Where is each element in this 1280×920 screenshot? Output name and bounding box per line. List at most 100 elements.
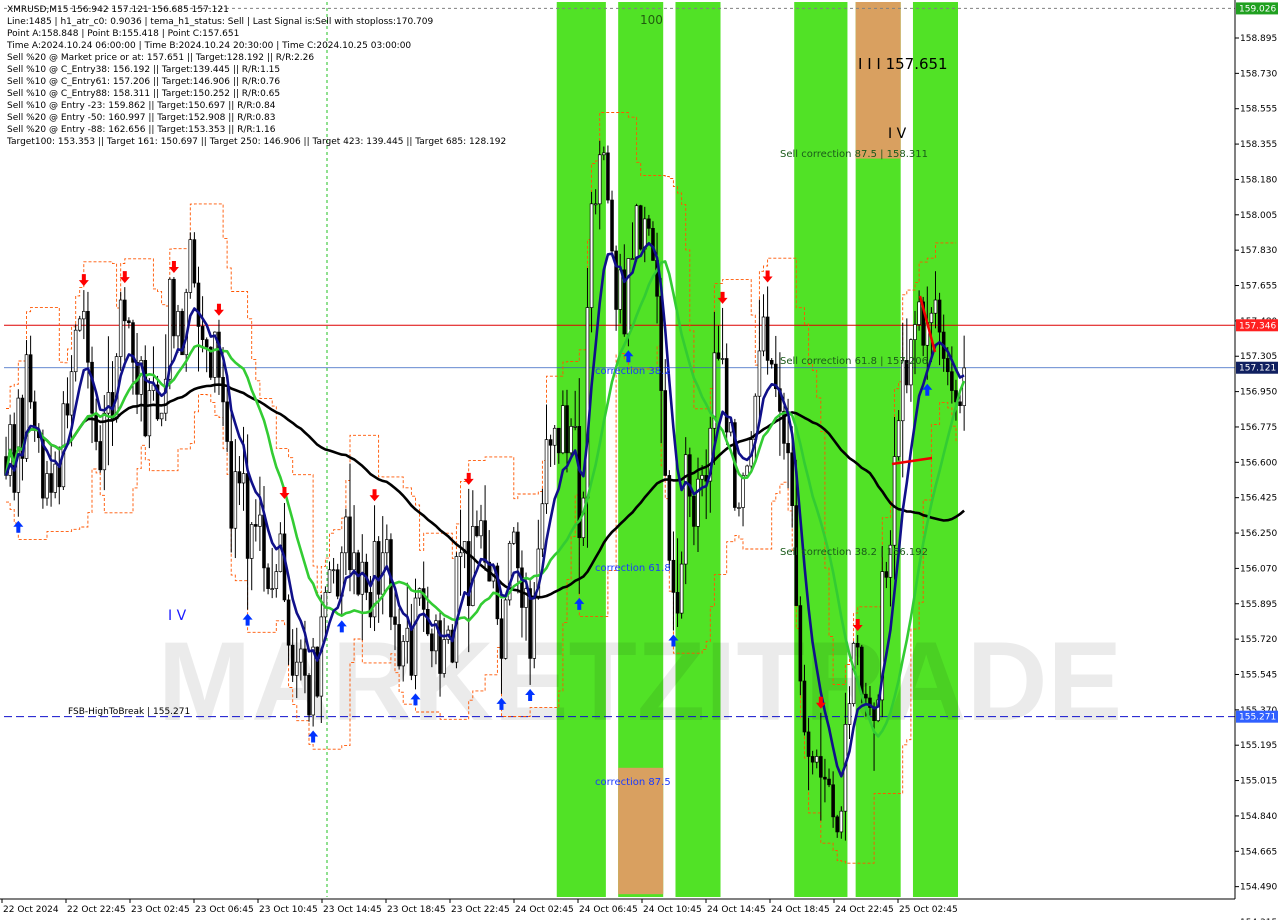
correction-band bbox=[912, 2, 958, 897]
candle bbox=[724, 343, 729, 445]
candle bbox=[450, 624, 455, 664]
candle-body bbox=[28, 354, 33, 403]
y-tick-label: 156.600 bbox=[1240, 458, 1277, 468]
candle-body bbox=[573, 426, 577, 428]
candle-body bbox=[401, 641, 405, 667]
candle-body bbox=[671, 559, 676, 593]
sell-correction-87-label: Sell correction 87.5 | 158.311 bbox=[780, 149, 928, 160]
candle-body bbox=[786, 443, 790, 454]
candle-body bbox=[810, 756, 815, 763]
candle-body bbox=[196, 282, 201, 327]
candle bbox=[98, 425, 103, 473]
arrow-up-icon bbox=[13, 520, 24, 533]
candle bbox=[73, 324, 78, 382]
price-box-label: 155.271 bbox=[1239, 713, 1276, 723]
candle-body bbox=[331, 569, 336, 572]
candle bbox=[479, 504, 483, 549]
candle-body bbox=[720, 358, 725, 360]
x-tick-label: 24 Oct 02:45 bbox=[515, 905, 574, 915]
x-tick-label: 24 Oct 14:45 bbox=[707, 905, 766, 915]
candle-body bbox=[376, 541, 381, 595]
y-tick-label: 155.545 bbox=[1240, 670, 1277, 680]
candle-body bbox=[413, 597, 418, 676]
candle-body bbox=[438, 620, 442, 674]
candle-body bbox=[319, 616, 324, 697]
candle-body bbox=[855, 642, 860, 648]
y-tick-label: 158.555 bbox=[1240, 105, 1277, 115]
candle-body bbox=[217, 331, 221, 378]
candle-body bbox=[258, 514, 262, 527]
candle bbox=[65, 377, 70, 429]
arrow-down-icon bbox=[463, 472, 474, 485]
correction-band bbox=[618, 2, 664, 897]
candle-body bbox=[544, 439, 549, 505]
candle-body bbox=[278, 533, 283, 572]
price-box-label: 157.121 bbox=[1239, 364, 1276, 374]
candle-body bbox=[409, 627, 414, 676]
y-tick-label: 156.775 bbox=[1240, 423, 1277, 433]
candle-body bbox=[692, 495, 696, 527]
candle bbox=[28, 335, 33, 409]
candle-body bbox=[606, 152, 610, 201]
candle bbox=[352, 505, 356, 595]
candle bbox=[581, 491, 586, 546]
candle-body bbox=[98, 441, 103, 471]
chart-area[interactable]: MARKETZITRADE I I I 157.651 I V I V 100 … bbox=[0, 0, 1280, 920]
candle-body bbox=[532, 595, 537, 659]
arrow-down-icon bbox=[279, 486, 290, 499]
candle bbox=[683, 437, 688, 585]
candle-body bbox=[602, 152, 606, 156]
candle bbox=[340, 546, 344, 617]
y-tick-label: 157.655 bbox=[1240, 282, 1277, 292]
symbol-line: XMRUSD,M15 156.942 157.121 156.685 157.1… bbox=[7, 5, 229, 15]
candle bbox=[380, 516, 385, 615]
candle bbox=[106, 336, 111, 466]
candle bbox=[397, 608, 401, 670]
info-line: Sell %20 @ Market price or at: 157.651 |… bbox=[7, 53, 315, 63]
candle-body bbox=[65, 403, 70, 416]
arrow-down-icon bbox=[78, 274, 89, 287]
candle-body bbox=[835, 816, 839, 833]
candle-body bbox=[565, 405, 569, 454]
x-tick-label: 23 Oct 10:45 bbox=[259, 905, 318, 915]
candle bbox=[454, 552, 459, 669]
candle-body bbox=[724, 358, 729, 433]
candle bbox=[507, 540, 512, 606]
price-box-label: 159.026 bbox=[1239, 4, 1276, 14]
y-tick-label: 156.425 bbox=[1240, 494, 1277, 504]
candle bbox=[249, 522, 254, 591]
candle-body bbox=[442, 639, 446, 674]
x-tick-label: 22 Oct 2024 bbox=[3, 905, 59, 915]
candle-body bbox=[700, 475, 704, 480]
y-tick-label: 155.015 bbox=[1240, 777, 1277, 787]
candle-body bbox=[503, 599, 508, 659]
y-tick-label: 155.720 bbox=[1240, 635, 1277, 645]
candle bbox=[385, 524, 389, 569]
candle-body bbox=[647, 218, 651, 229]
candle-body bbox=[45, 473, 49, 499]
watermark: MARKETZITRADE bbox=[158, 619, 1122, 744]
candle-body bbox=[475, 526, 479, 537]
candle bbox=[20, 394, 25, 481]
x-tick-label: 24 Oct 22:45 bbox=[835, 905, 894, 915]
x-tick-label: 22 Oct 22:45 bbox=[67, 905, 126, 915]
candle-body bbox=[352, 552, 356, 571]
info-line: Point A:158.848 | Point B:155.418 | Poin… bbox=[7, 29, 240, 39]
candle bbox=[82, 290, 86, 340]
candle bbox=[413, 578, 418, 690]
candle-body bbox=[286, 599, 291, 646]
candle bbox=[409, 603, 414, 681]
candle-body bbox=[245, 473, 250, 559]
candle bbox=[61, 391, 66, 491]
candle-body bbox=[511, 531, 516, 544]
candle-body bbox=[368, 592, 373, 618]
candle-body bbox=[610, 199, 614, 252]
candle bbox=[163, 334, 168, 421]
candle bbox=[159, 412, 164, 427]
candle bbox=[741, 472, 745, 527]
candle-body bbox=[765, 316, 770, 361]
watermark-text: MARKETZITRADE bbox=[158, 619, 1122, 744]
candle-body bbox=[237, 471, 242, 484]
info-line: Sell %20 @ Entry -50: 160.997 || Target:… bbox=[7, 113, 276, 123]
info-panel: XMRUSD,M15 156.942 157.121 156.685 157.1… bbox=[7, 4, 506, 148]
